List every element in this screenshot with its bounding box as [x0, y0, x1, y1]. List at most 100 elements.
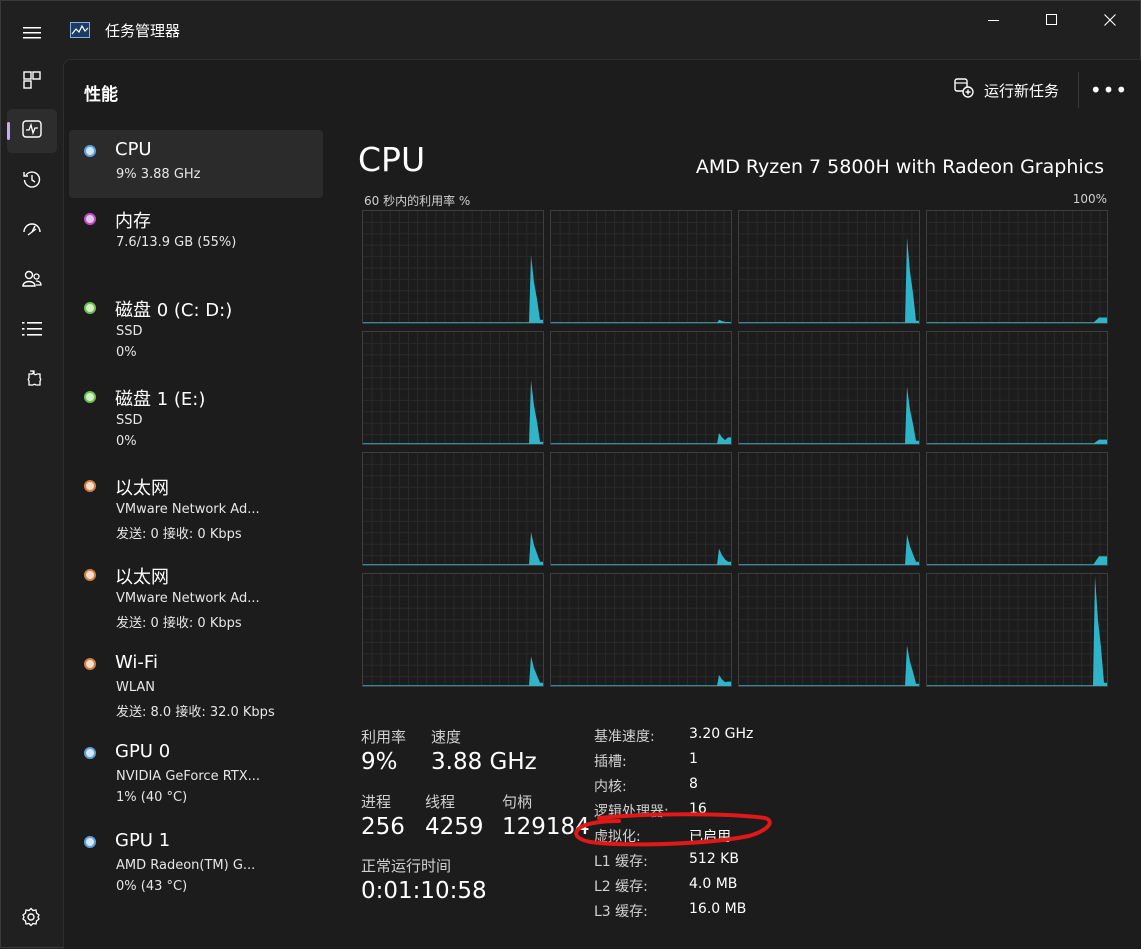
resource-name: 磁盘 1 (E:) [115, 389, 206, 410]
startup-apps-icon [22, 219, 42, 243]
core-graph [362, 210, 544, 324]
resource-item[interactable]: GPU 0 NVIDIA GeForce RTX... 1% (40 °C) [69, 732, 323, 821]
resource-status-dot [84, 302, 96, 314]
resource-status-dot [84, 658, 96, 670]
resource-list: CPU 9% 3.88 GHz 内存 7.6/13.9 GB (55%) 磁盘 0 (C… [69, 130, 323, 910]
nav-services[interactable] [7, 359, 57, 403]
resource-subtitle: 9% 3.88 GHz [116, 167, 201, 182]
core-graph-grid [362, 210, 1108, 690]
cpu-model: AMD Ryzen 7 5800H with Radeon Graphics [695, 156, 1104, 178]
nav-app-history[interactable] [7, 159, 57, 203]
core-graph [550, 573, 732, 687]
detail-title: CPU [358, 140, 426, 179]
speed-label: 速度 [431, 728, 462, 746]
resource-detail: 0% [116, 345, 137, 360]
resource-subtitle: AMD Radeon(TM) G... [116, 858, 256, 873]
resource-status-dot [84, 145, 96, 157]
processes-icon [23, 71, 41, 93]
maximize-button[interactable] [1023, 1, 1081, 39]
resource-detail: 发送: 8.0 接收: 32.0 Kbps [116, 705, 275, 720]
resource-name: 以太网 [115, 478, 169, 499]
resource-item[interactable]: 以太网 VMware Network Ad... 发送: 0 接收: 0 Kbps [69, 465, 323, 554]
nav-details[interactable] [7, 309, 57, 353]
resource-name: 磁盘 0 (C: D:) [115, 300, 233, 321]
run-new-task-button[interactable]: 运行新任务 [954, 76, 1059, 104]
spec-label: 基准速度: [594, 729, 655, 745]
resource-name: GPU 0 [115, 741, 171, 762]
resource-status-dot [84, 480, 96, 492]
core-graph [926, 573, 1108, 687]
close-button[interactable] [1081, 1, 1139, 39]
resource-detail: 1% (40 °C) [116, 790, 188, 805]
run-task-icon [954, 78, 974, 102]
spec-label: L2 缓存: [594, 879, 648, 895]
more-options-icon[interactable]: ••• [1090, 76, 1127, 104]
core-graph [550, 452, 732, 566]
spec-label: L1 缓存: [594, 854, 648, 870]
toolbar-divider [1078, 72, 1079, 108]
settings-icon [21, 907, 41, 931]
resource-name: Wi-Fi [115, 652, 158, 673]
performance-pane: 性能 运行新任务 ••• CPU 9% 3.88 GHz 内存 7.6/13.9 GB… [63, 59, 1141, 949]
spec-label: 插槽: [594, 754, 627, 770]
resource-subtitle: SSD [116, 413, 143, 428]
threads-label: 线程 [425, 793, 456, 811]
core-graph [738, 331, 920, 445]
menu-hamburger-icon[interactable] [13, 19, 51, 47]
resource-subtitle: SSD [116, 324, 143, 339]
nav-active-indicator [7, 122, 10, 140]
spec-value: 4.0 MB [689, 876, 738, 892]
resource-item[interactable]: 以太网 VMware Network Ad... 发送: 0 接收: 0 Kbps [69, 554, 323, 643]
resource-status-dot [84, 391, 96, 403]
resource-name: GPU 1 [115, 830, 171, 851]
users-icon [22, 269, 42, 293]
title-bar: 任务管理器 [1, 1, 1141, 59]
core-graph [550, 210, 732, 324]
resource-subtitle: WLAN [116, 680, 156, 695]
task-manager-window: 任务管理器 性能 运行新任务 ••• CPU 9% 3.88 GHz 内存 7.… [0, 0, 1141, 949]
core-graph [926, 331, 1108, 445]
core-graph [926, 210, 1108, 324]
resource-item[interactable]: Wi-Fi WLAN 发送: 8.0 接收: 32.0 Kbps [69, 643, 323, 732]
resource-detail: 发送: 0 接收: 0 Kbps [116, 527, 242, 542]
app-title: 任务管理器 [105, 22, 181, 40]
nav-users[interactable] [7, 259, 57, 303]
uptime-value: 0:01:10:58 [361, 878, 487, 904]
resource-item[interactable]: 内存 7.6/13.9 GB (55%) [69, 198, 323, 287]
core-graph [738, 573, 920, 687]
nav-performance[interactable] [7, 109, 57, 153]
core-graph [738, 210, 920, 324]
red-annotation-circle [574, 812, 772, 847]
spec-label: L3 缓存: [594, 904, 648, 920]
utilization-value: 9% [361, 749, 398, 775]
graph-label: 60 秒内的利用率 % [364, 194, 471, 208]
resource-subtitle: 7.6/13.9 GB (55%) [116, 235, 237, 250]
handles-label: 句柄 [502, 793, 533, 811]
resource-detail: 0% [116, 434, 137, 449]
nav-processes[interactable] [7, 60, 57, 104]
uptime-label: 正常运行时间 [361, 857, 452, 875]
threads-value: 4259 [425, 814, 484, 840]
resource-name: 内存 [115, 211, 151, 232]
app-history-icon [22, 169, 42, 193]
nav-startup-apps[interactable] [7, 209, 57, 253]
resource-item[interactable]: 磁盘 0 (C: D:) SSD 0% [69, 287, 323, 376]
page-title: 性能 [84, 85, 118, 105]
resource-item[interactable]: GPU 1 AMD Radeon(TM) G... 0% (43 °C) [69, 821, 323, 910]
core-graph [738, 452, 920, 566]
minimize-button[interactable] [965, 1, 1023, 39]
core-graph [362, 452, 544, 566]
settings-button[interactable] [11, 899, 51, 939]
utilization-label: 利用率 [361, 728, 407, 746]
spec-value: 8 [689, 776, 698, 792]
resource-item[interactable]: CPU 9% 3.88 GHz [69, 130, 323, 198]
services-icon [22, 369, 42, 393]
spec-value: 1 [689, 751, 698, 767]
performance-icon [22, 120, 42, 142]
resource-item[interactable]: 磁盘 1 (E:) SSD 0% [69, 376, 323, 465]
resource-status-dot [84, 213, 96, 225]
task-manager-app-icon [70, 22, 90, 38]
resource-status-dot [84, 747, 96, 759]
speed-value: 3.88 GHz [431, 749, 537, 775]
resource-detail: 0% (43 °C) [116, 879, 188, 894]
